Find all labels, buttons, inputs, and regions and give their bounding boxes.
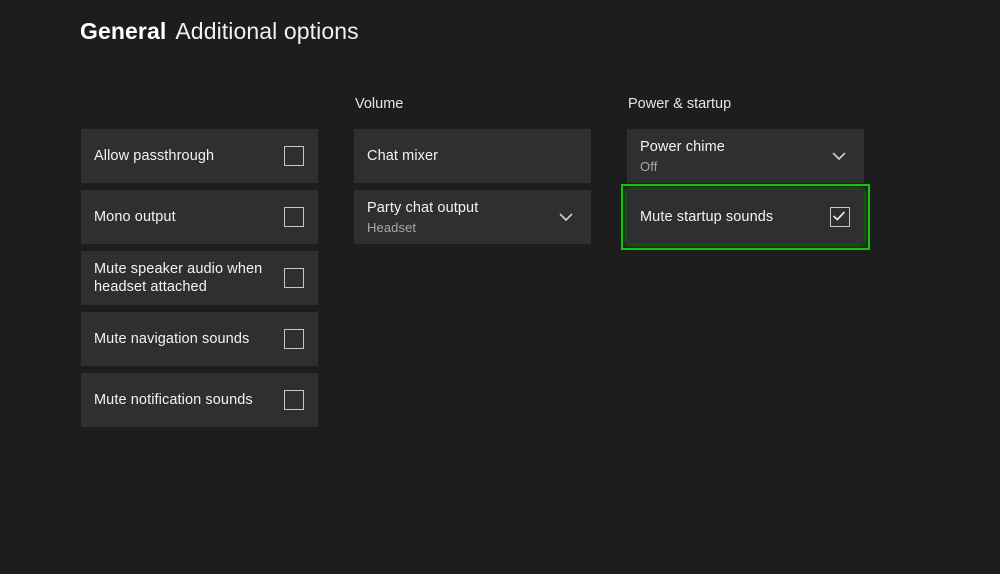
checkbox-unchecked[interactable] — [284, 390, 304, 410]
setting-card[interactable]: Mute navigation sounds — [81, 312, 318, 366]
card-text: Mono output — [94, 208, 274, 226]
card-label: Mute speaker audio when headset attached — [94, 260, 274, 296]
setting-card[interactable]: Mute speaker audio when headset attached — [81, 251, 318, 305]
checkbox-checked[interactable] — [830, 207, 850, 227]
card-label: Mono output — [94, 208, 274, 226]
settings-columns: Allow passthrough Mono output Mute speaker… — [81, 96, 981, 427]
card-list: Chat mixer Party chat output Headset — [354, 129, 591, 244]
chevron-down-icon[interactable] — [828, 145, 850, 167]
setting-card[interactable]: Chat mixer — [354, 129, 591, 183]
page-title: General Additional options — [80, 18, 359, 45]
checkbox-unchecked[interactable] — [284, 329, 304, 349]
card-sublabel: Off — [640, 159, 818, 175]
card-text: Mute navigation sounds — [94, 330, 274, 348]
setting-card[interactable]: Mute startup sounds — [627, 190, 864, 244]
settings-column-1: Allow passthrough Mono output Mute speaker… — [81, 96, 318, 427]
card-label: Mute navigation sounds — [94, 330, 274, 348]
settings-column-3: Power & startup Power chime Off Mute startu… — [627, 96, 864, 244]
settings-column-2: Volume Chat mixer Party chat output Headset — [354, 96, 591, 244]
card-text: Mute speaker audio when headset attached — [94, 260, 274, 296]
checkbox-unchecked[interactable] — [284, 207, 304, 227]
card-text: Mute startup sounds — [640, 208, 820, 226]
chevron-down-icon[interactable] — [555, 206, 577, 228]
page-title-secondary: Additional options — [175, 18, 358, 45]
card-list: Allow passthrough Mono output Mute speaker… — [81, 129, 318, 427]
card-text: Party chat output Headset — [367, 199, 545, 236]
card-label: Mute notification sounds — [94, 391, 274, 409]
card-label: Party chat output — [367, 199, 545, 217]
setting-card[interactable]: Party chat output Headset — [354, 190, 591, 244]
setting-card[interactable]: Allow passthrough — [81, 129, 318, 183]
card-label: Power chime — [640, 138, 818, 156]
column-header: Power & startup — [627, 96, 864, 129]
setting-card[interactable]: Mute notification sounds — [81, 373, 318, 427]
checkbox-unchecked[interactable] — [284, 146, 304, 166]
column-header: Volume — [354, 96, 591, 129]
card-label: Mute startup sounds — [640, 208, 820, 226]
setting-card[interactable]: Mono output — [81, 190, 318, 244]
settings-screen: General Additional options Allow passthr… — [0, 0, 1000, 574]
card-list: Power chime Off Mute startup sounds — [627, 129, 864, 244]
card-text: Mute notification sounds — [94, 391, 274, 409]
checkbox-unchecked[interactable] — [284, 268, 304, 288]
card-label: Allow passthrough — [94, 147, 274, 165]
card-label: Chat mixer — [367, 147, 547, 165]
card-text: Allow passthrough — [94, 147, 274, 165]
card-sublabel: Headset — [367, 220, 545, 236]
page-title-primary: General — [80, 18, 166, 45]
card-text: Chat mixer — [367, 147, 547, 165]
setting-card[interactable]: Power chime Off — [627, 129, 864, 183]
card-text: Power chime Off — [640, 138, 818, 175]
card-control-spacer — [557, 146, 577, 166]
